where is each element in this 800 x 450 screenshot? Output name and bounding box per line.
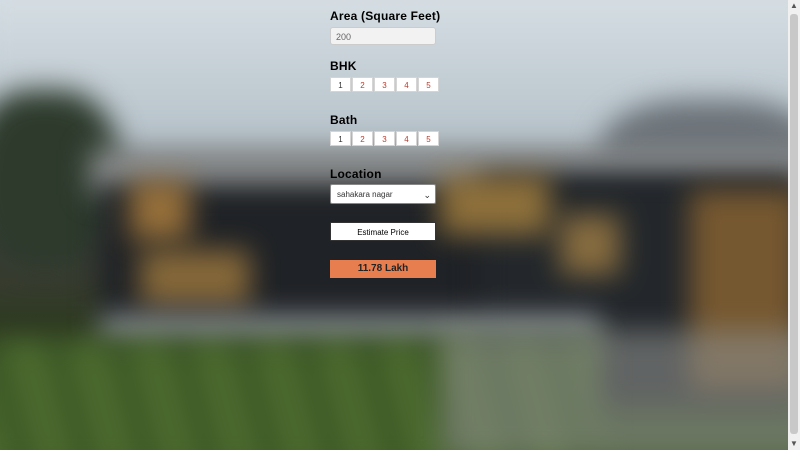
area-label: Area (Square Feet) xyxy=(330,9,441,23)
scroll-down-icon[interactable]: ▼ xyxy=(788,438,800,450)
bhk-option-4[interactable]: 4 xyxy=(396,77,417,92)
bath-option-5[interactable]: 5 xyxy=(418,131,439,146)
bhk-option-5[interactable]: 5 xyxy=(418,77,439,92)
bhk-option-3[interactable]: 3 xyxy=(374,77,395,92)
area-input[interactable]: 200 xyxy=(330,27,436,45)
bath-option-4[interactable]: 4 xyxy=(396,131,417,146)
location-selected-value: sahakara nagar xyxy=(337,190,393,199)
scrollbar-thumb[interactable] xyxy=(790,14,798,434)
scroll-up-icon[interactable]: ▲ xyxy=(788,0,800,12)
location-select[interactable]: sahakara nagar ⌄ xyxy=(330,184,436,204)
bhk-option-2[interactable]: 2 xyxy=(352,77,373,92)
bath-label: Bath xyxy=(330,113,358,127)
chevron-down-icon: ⌄ xyxy=(423,190,431,200)
bhk-label: BHK xyxy=(330,59,357,73)
estimated-price-result: 11.78 Lakh xyxy=(330,260,436,278)
bath-option-1[interactable]: 1 xyxy=(330,131,351,146)
estimate-price-button[interactable]: Estimate Price xyxy=(330,222,436,241)
bhk-option-1[interactable]: 1 xyxy=(330,77,351,92)
location-label: Location xyxy=(330,167,382,181)
bhk-selector: 1 2 3 4 5 xyxy=(330,77,440,92)
vertical-scrollbar[interactable]: ▲ ▼ xyxy=(788,0,800,450)
bath-option-2[interactable]: 2 xyxy=(352,131,373,146)
bath-option-3[interactable]: 3 xyxy=(374,131,395,146)
bath-selector: 1 2 3 4 5 xyxy=(330,131,440,146)
